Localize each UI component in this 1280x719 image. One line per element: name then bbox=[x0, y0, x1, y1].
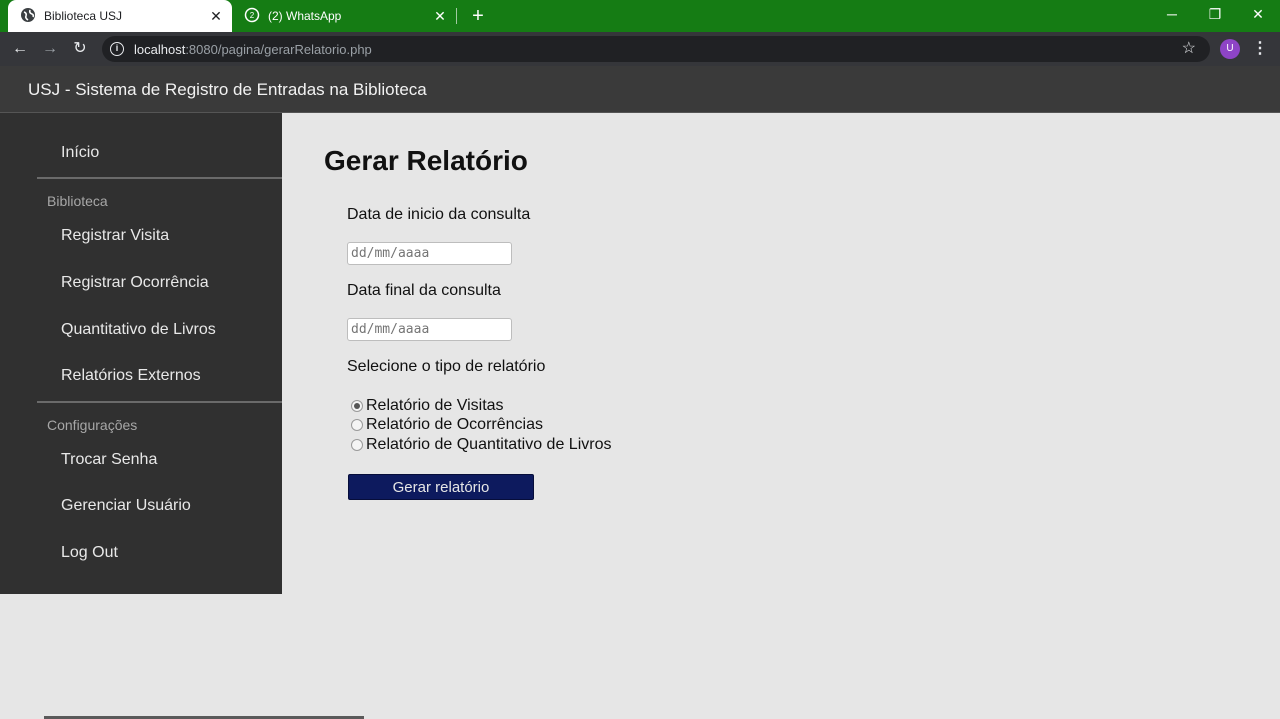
app-title: USJ - Sistema de Registro de Entradas na… bbox=[28, 80, 427, 99]
browser-toolbar: ← → ↻ i localhost:8080/pagina/gerarRelat… bbox=[0, 32, 1280, 66]
info-icon[interactable]: i bbox=[110, 42, 124, 56]
page-title: Gerar Relatório bbox=[324, 145, 528, 176]
end-date-label: Data final da consulta bbox=[347, 282, 501, 299]
sidebar-item-registrar-ocorrencia[interactable]: Registrar Ocorrência bbox=[61, 274, 209, 292]
tab-title: Biblioteca USJ bbox=[44, 9, 123, 23]
url-text: localhost:8080/pagina/gerarRelatorio.php bbox=[134, 42, 372, 57]
main-content: Gerar Relatório Data de inicio da consul… bbox=[282, 113, 1280, 719]
tab-biblioteca[interactable]: Biblioteca USJ ✕ bbox=[8, 0, 232, 32]
address-bar[interactable]: i localhost:8080/pagina/gerarRelatorio.p… bbox=[102, 36, 1210, 62]
app-header: USJ - Sistema de Registro de Entradas na… bbox=[0, 66, 1280, 113]
window-close-button[interactable]: ✕ bbox=[1236, 0, 1280, 32]
tab-separator bbox=[456, 8, 457, 24]
end-date-field[interactable] bbox=[347, 318, 512, 341]
close-icon[interactable]: ✕ bbox=[428, 8, 452, 25]
sidebar-section-configuracoes: Configurações bbox=[47, 417, 138, 433]
radio-label: Relatório de Quantitativo de Livros bbox=[366, 436, 612, 453]
start-date-field[interactable] bbox=[347, 242, 512, 265]
sidebar-item-registrar-visita[interactable]: Registrar Visita bbox=[61, 227, 169, 245]
generate-report-button[interactable]: Gerar relatório bbox=[348, 474, 534, 500]
globe-icon bbox=[20, 7, 36, 26]
start-date-label: Data de inicio da consulta bbox=[347, 206, 531, 223]
sidebar-divider bbox=[37, 401, 282, 403]
sidebar: Início Biblioteca Registrar Visita Regis… bbox=[0, 113, 282, 594]
restore-button[interactable]: ❐ bbox=[1193, 0, 1237, 32]
whatsapp-icon: 2 bbox=[244, 7, 260, 26]
back-button[interactable]: ← bbox=[8, 37, 32, 61]
sidebar-item-inicio[interactable]: Início bbox=[61, 144, 99, 162]
sidebar-item-trocar-senha[interactable]: Trocar Senha bbox=[61, 451, 157, 469]
radio-relatorio-ocorrencias[interactable]: Relatório de Ocorrências bbox=[351, 416, 543, 434]
url-path: :8080/pagina/gerarRelatorio.php bbox=[185, 41, 372, 57]
radio-button[interactable] bbox=[351, 439, 363, 451]
sidebar-divider bbox=[37, 177, 282, 179]
profile-avatar[interactable]: U bbox=[1220, 39, 1240, 59]
bookmark-star-icon[interactable]: ☆ bbox=[1182, 38, 1196, 58]
reload-button[interactable]: ↻ bbox=[68, 37, 92, 61]
browser-menu-icon[interactable]: ⋮ bbox=[1250, 37, 1270, 61]
radio-relatorio-quantitativo[interactable]: Relatório de Quantitativo de Livros bbox=[351, 436, 611, 454]
minimize-button[interactable]: ─ bbox=[1150, 0, 1194, 32]
browser-tabstrip: Biblioteca USJ ✕ 2 (2) WhatsApp ✕ + ─ ❐ … bbox=[0, 0, 1280, 32]
sidebar-section-biblioteca: Biblioteca bbox=[47, 193, 108, 209]
forward-button[interactable]: → bbox=[38, 37, 62, 61]
tab-whatsapp[interactable]: 2 (2) WhatsApp ✕ bbox=[232, 0, 456, 32]
sidebar-item-log-out[interactable]: Log Out bbox=[61, 544, 118, 562]
url-host: localhost bbox=[134, 41, 186, 57]
radio-label: Relatório de Visitas bbox=[366, 397, 504, 414]
radio-relatorio-visitas[interactable]: Relatório de Visitas bbox=[351, 397, 504, 415]
new-tab-button[interactable]: + bbox=[466, 4, 490, 28]
sidebar-item-quantitativo-livros[interactable]: Quantitativo de Livros bbox=[61, 321, 216, 339]
sidebar-item-gerenciar-usuario[interactable]: Gerenciar Usuário bbox=[61, 497, 191, 515]
radio-button[interactable] bbox=[351, 419, 363, 431]
tab-title: (2) WhatsApp bbox=[268, 9, 342, 23]
radio-button[interactable] bbox=[351, 400, 363, 412]
radio-label: Relatório de Ocorrências bbox=[366, 416, 543, 433]
close-icon[interactable]: ✕ bbox=[204, 8, 228, 25]
sidebar-item-relatorios-externos[interactable]: Relatórios Externos bbox=[61, 367, 201, 385]
svg-text:2: 2 bbox=[250, 11, 255, 20]
report-type-label: Selecione o tipo de relatório bbox=[347, 358, 546, 375]
